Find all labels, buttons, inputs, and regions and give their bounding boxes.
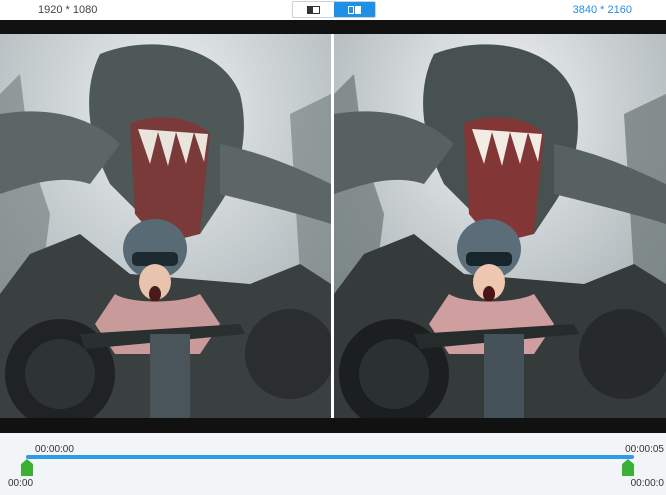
- preview-stage: [0, 20, 666, 433]
- timeline-track[interactable]: [26, 455, 634, 459]
- split-view-button[interactable]: [293, 2, 334, 17]
- side-by-side-button[interactable]: [334, 2, 375, 17]
- end-time-label: 00:00:05: [625, 444, 664, 455]
- split-view-icon: [307, 5, 320, 14]
- preview-scene-right: [334, 34, 666, 418]
- upscaled-preview-image: [334, 34, 666, 418]
- side-by-side-icon: [348, 5, 361, 14]
- out-point-time: 00:00:0: [630, 478, 664, 489]
- left-resolution-label: 1920 * 1080: [38, 4, 98, 16]
- start-time-label: 00:00:00: [35, 444, 74, 455]
- original-preview-image: [0, 34, 331, 418]
- view-mode-toggle: [292, 1, 376, 18]
- timeline-panel: 00:00:00 00:00:05 00:00 00:00:0: [0, 433, 666, 495]
- in-point-handle[interactable]: [21, 459, 33, 476]
- right-resolution-label: 3840 * 2160: [572, 4, 632, 16]
- in-point-time: 00:00: [8, 478, 34, 489]
- out-point-handle[interactable]: [622, 459, 634, 476]
- top-bar: 1920 * 1080 3840 * 2160: [0, 0, 666, 20]
- preview-scene-left: [0, 34, 331, 418]
